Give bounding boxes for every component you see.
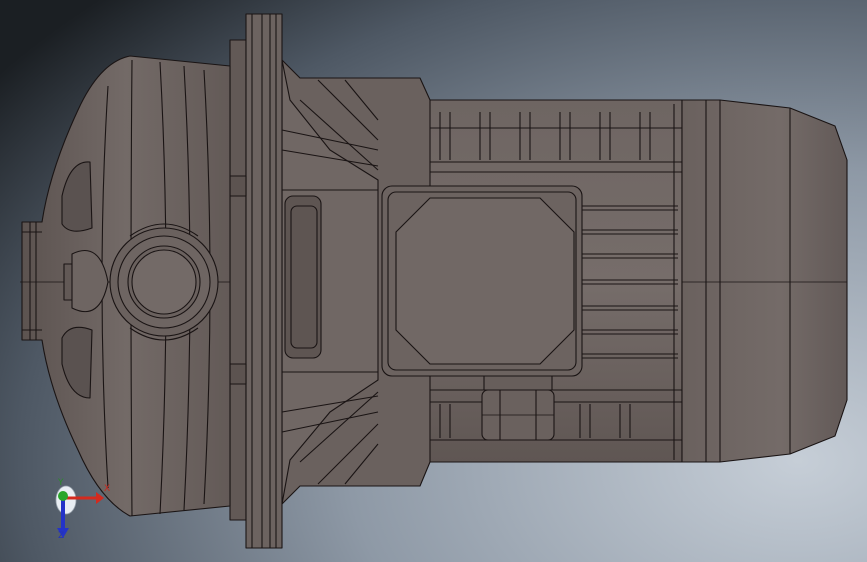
triad-y-label: Y [58, 478, 64, 488]
fan-cover[interactable] [681, 99, 848, 463]
cable-gland[interactable] [481, 375, 555, 441]
coordinate-triad: X Y Z [46, 478, 116, 548]
pump-model-view[interactable] [0, 0, 867, 562]
terminal-box[interactable] [381, 185, 583, 377]
cad-viewport[interactable]: X Y Z [0, 0, 867, 562]
triad-x-label: X [104, 484, 111, 494]
y-axis-dot [58, 491, 68, 501]
triad-z-label: Z [58, 531, 65, 541]
pump-flange[interactable] [229, 13, 283, 549]
